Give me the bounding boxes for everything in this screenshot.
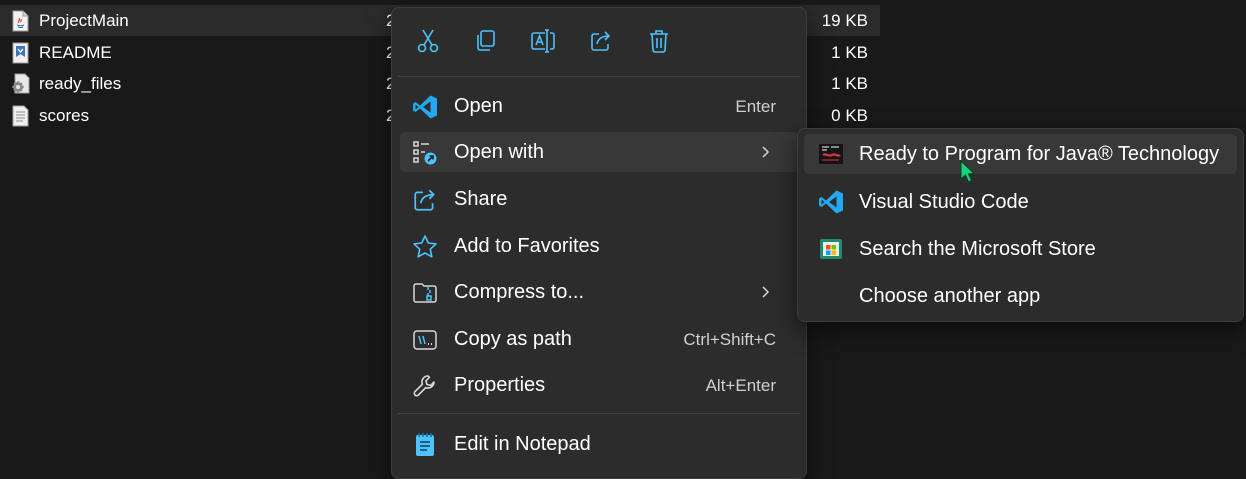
path-icon bbox=[412, 327, 438, 353]
menu-item-properties[interactable]: Properties Alt+Enter bbox=[400, 365, 798, 405]
zip-folder-icon bbox=[412, 280, 438, 306]
open-with-submenu: Ready to Program for Java® Technology Vi… bbox=[797, 128, 1244, 322]
submenu-item-label: Visual Studio Code bbox=[859, 191, 1029, 213]
menu-item-label: Share bbox=[454, 188, 508, 210]
share-icon bbox=[412, 187, 438, 213]
submenu-item-label: Choose another app bbox=[859, 285, 1041, 307]
delete-button[interactable] bbox=[644, 26, 674, 56]
microsoft-store-icon bbox=[818, 236, 844, 262]
menu-item-share[interactable]: Share bbox=[400, 179, 798, 219]
submenu-item-vscode[interactable]: Visual Studio Code bbox=[804, 182, 1237, 222]
menu-item-shortcut: Alt+Enter bbox=[705, 376, 776, 395]
menu-item-label: Compress to... bbox=[454, 281, 585, 303]
open-with-icon bbox=[412, 140, 438, 166]
file-size: 1 KB bbox=[831, 74, 868, 93]
chevron-right-icon bbox=[760, 142, 772, 162]
file-name: ready_files bbox=[39, 74, 122, 93]
file-name: ProjectMain bbox=[39, 11, 129, 30]
menu-item-copy-as-path[interactable]: Copy as path Ctrl+Shift+C bbox=[400, 319, 798, 359]
menu-item-open[interactable]: Open Enter bbox=[400, 86, 798, 126]
readme-file-icon bbox=[11, 42, 30, 64]
menu-item-add-to-favorites[interactable]: Add to Favorites bbox=[400, 226, 798, 266]
vscode-icon bbox=[412, 94, 438, 120]
menu-item-label: Copy as path bbox=[454, 328, 572, 350]
submenu-item-label: Search the Microsoft Store bbox=[859, 238, 1096, 260]
file-size: 0 KB bbox=[831, 106, 868, 125]
ready-to-program-icon bbox=[818, 141, 844, 167]
menu-item-shortcut: Enter bbox=[735, 97, 776, 116]
menu-item-label: Properties bbox=[454, 374, 546, 396]
submenu-item-choose-another-app[interactable]: Choose another app bbox=[804, 276, 1237, 316]
text-file-icon bbox=[11, 105, 30, 127]
star-icon bbox=[412, 234, 438, 260]
submenu-item-label: Ready to Program for Java® Technology bbox=[859, 143, 1220, 165]
share-icon bbox=[589, 29, 613, 53]
vscode-icon bbox=[818, 189, 844, 215]
menu-item-label: Open bbox=[454, 95, 503, 117]
java-file-icon bbox=[11, 10, 30, 32]
copy-button[interactable] bbox=[470, 26, 500, 56]
settings-file-icon bbox=[11, 73, 30, 95]
menu-divider bbox=[398, 413, 800, 414]
file-name: README bbox=[39, 43, 112, 62]
submenu-item-ready-to-program[interactable]: Ready to Program for Java® Technology bbox=[804, 134, 1237, 174]
copy-icon bbox=[473, 29, 497, 53]
rename-icon bbox=[530, 29, 556, 53]
context-menu: Open Enter Open with Share Add to Favori… bbox=[391, 7, 807, 479]
chevron-right-icon bbox=[760, 282, 772, 302]
wrench-icon bbox=[412, 373, 438, 399]
menu-item-compress[interactable]: Compress to... bbox=[400, 272, 798, 312]
rename-button[interactable] bbox=[528, 26, 558, 56]
file-name: scores bbox=[39, 106, 90, 125]
file-size: 1 KB bbox=[831, 43, 868, 62]
cut-button[interactable] bbox=[413, 26, 443, 56]
submenu-item-microsoft-store[interactable]: Search the Microsoft Store bbox=[804, 229, 1237, 269]
menu-item-label: Add to Favorites bbox=[454, 235, 600, 257]
menu-item-label: Open with bbox=[454, 141, 545, 163]
menu-item-label: Edit in Notepad bbox=[454, 433, 591, 455]
share-button[interactable] bbox=[586, 26, 616, 56]
context-toolbar bbox=[392, 8, 806, 76]
menu-item-shortcut: Ctrl+Shift+C bbox=[683, 330, 776, 349]
notepad-icon bbox=[412, 432, 438, 458]
mouse-cursor-icon bbox=[960, 160, 976, 184]
menu-item-edit-in-notepad[interactable]: Edit in Notepad bbox=[400, 424, 798, 464]
menu-item-open-with[interactable]: Open with bbox=[400, 132, 798, 172]
trash-icon bbox=[648, 29, 670, 53]
scissors-icon bbox=[416, 28, 440, 54]
menu-divider bbox=[398, 76, 800, 77]
file-size: 19 KB bbox=[821, 11, 868, 30]
